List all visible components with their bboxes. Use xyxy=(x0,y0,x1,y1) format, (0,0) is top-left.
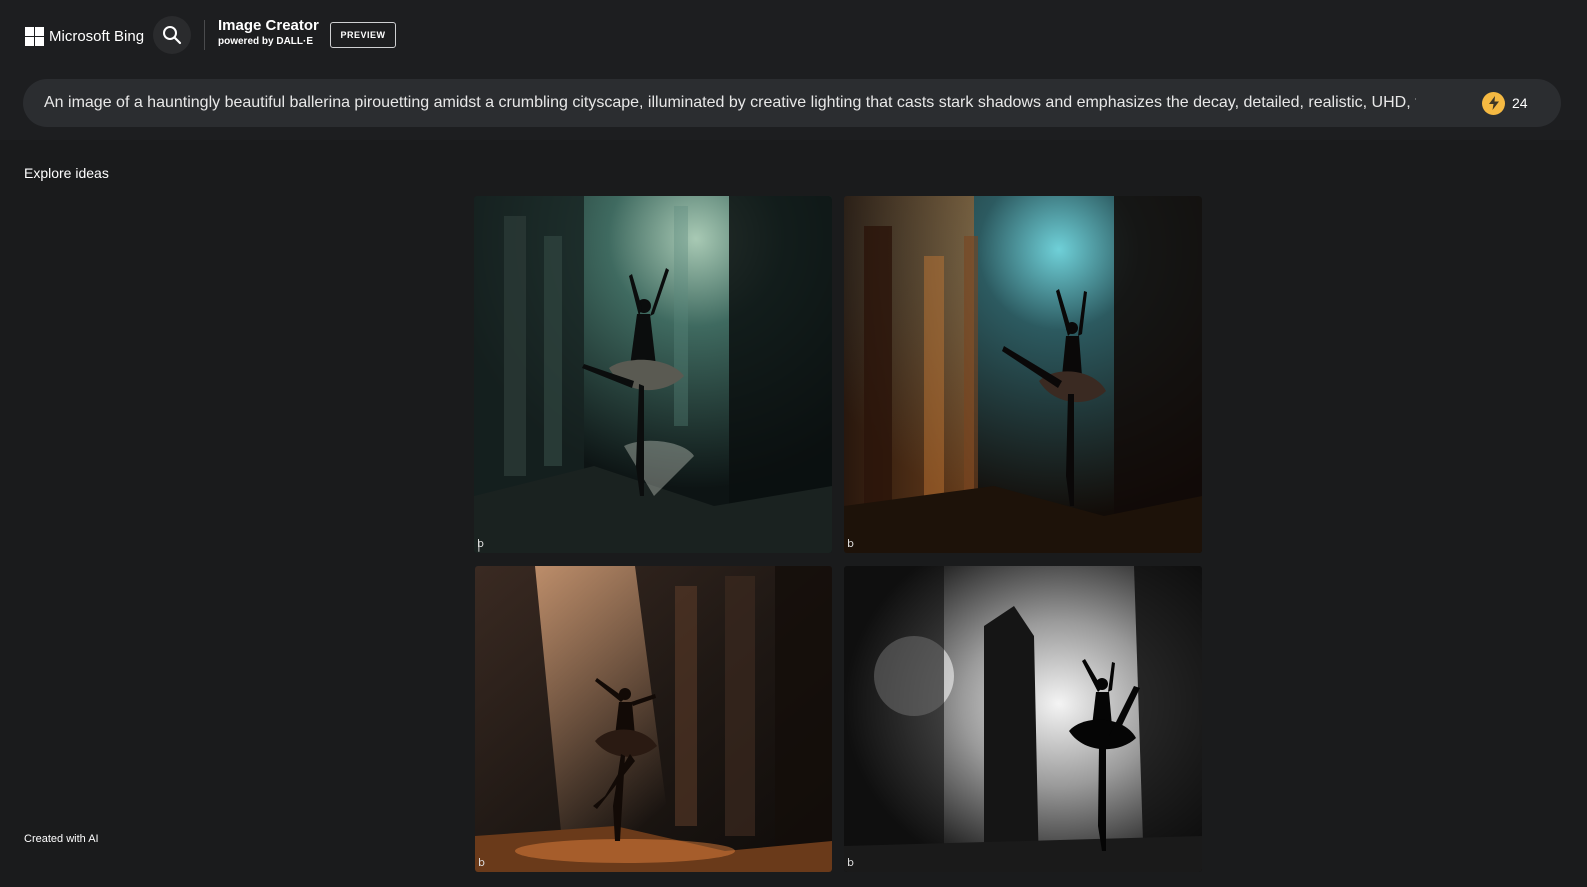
prompt-input[interactable]: An image of a hauntingly beautiful balle… xyxy=(23,79,1561,127)
search-button[interactable] xyxy=(153,16,191,54)
image-creator-link[interactable]: Image Creator powered by DALL·E xyxy=(218,17,319,49)
header: Microsoft Bing Image Creator powered by … xyxy=(0,0,1587,140)
boost-counter[interactable]: 24 xyxy=(1482,91,1528,115)
explore-ideas-link[interactable]: Explore ideas xyxy=(24,165,109,181)
boost-count: 24 xyxy=(1512,95,1528,111)
result-image-3[interactable]: b xyxy=(475,566,832,872)
windows-logo-icon xyxy=(25,26,44,46)
preview-badge: PREVIEW xyxy=(330,22,396,48)
prompt-text[interactable]: An image of a hauntingly beautiful balle… xyxy=(44,94,1416,112)
result-image-2[interactable]: b xyxy=(844,196,1202,553)
brand-label: Microsoft Bing xyxy=(49,27,145,45)
product-title: Image Creator xyxy=(218,17,319,34)
created-with-ai-label: Created with AI xyxy=(24,833,99,845)
search-icon xyxy=(163,26,182,45)
bing-watermark-icon: b xyxy=(847,537,854,550)
product-subtitle: powered by DALL·E xyxy=(218,36,314,47)
result-image-4[interactable]: b xyxy=(844,566,1202,872)
result-image-1[interactable]: | b xyxy=(474,196,832,553)
header-divider xyxy=(204,20,205,50)
lightning-coin-icon xyxy=(1482,91,1505,115)
bing-watermark-icon: b xyxy=(847,856,854,869)
bing-watermark-icon: b xyxy=(478,856,485,869)
bing-watermark-icon: b xyxy=(477,537,484,550)
bing-home-link[interactable]: Microsoft Bing xyxy=(25,25,144,47)
